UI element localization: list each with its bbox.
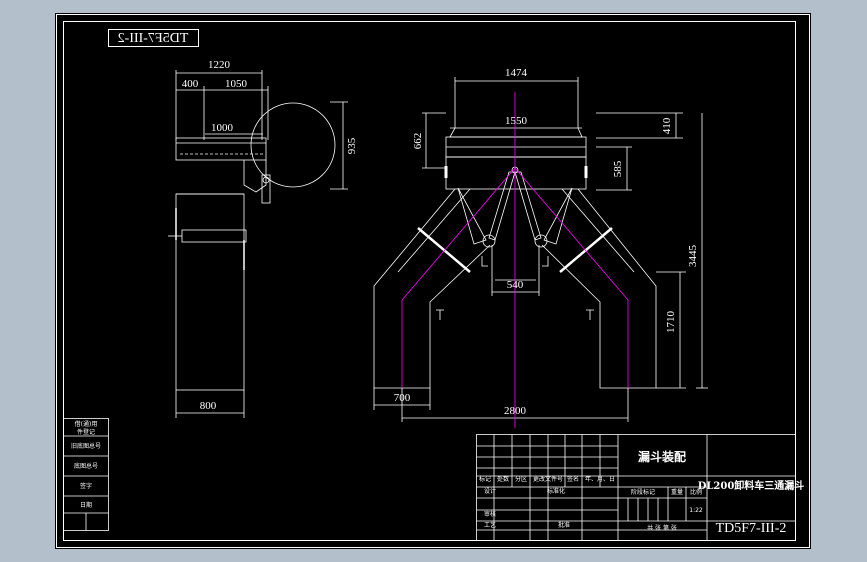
reg-label-4: 底图总号 <box>74 462 98 470</box>
tb-design: 设计 <box>484 487 496 495</box>
tb-stage-header: 阶段标记 <box>631 488 655 496</box>
cad-viewport[interactable]: TD5F7-III-2 1220 400 1050 1000 935 800 1… <box>0 0 867 562</box>
drawing-title: 漏斗装配 <box>638 449 686 464</box>
dim-1550: 1550 <box>505 115 528 127</box>
tb-header-date: 年、月、日 <box>585 475 615 483</box>
tb-sheets: 共 张 第 张 <box>647 524 677 532</box>
dim-410: 410 <box>661 117 673 134</box>
reg-label-6: 日期 <box>80 501 92 509</box>
dim-1710: 1710 <box>665 311 677 334</box>
tb-standardization: 标准化 <box>547 487 565 495</box>
dim-585: 585 <box>612 160 624 177</box>
mirrored-code-text: TD5F7-III-2 <box>118 31 189 46</box>
reg-label-2: 件登记 <box>77 428 95 436</box>
dim-1474: 1474 <box>505 67 528 79</box>
project-name: DL200卸料车三通漏斗 <box>698 479 805 492</box>
dim-935: 935 <box>346 137 358 154</box>
tb-process: 工艺 <box>484 521 496 529</box>
dim-700: 700 <box>394 392 411 404</box>
drawing-code: TD5F7-III-2 <box>716 521 787 536</box>
tb-header-change-doc: 更改文件号 <box>533 475 563 483</box>
tb-header-zone: 分区 <box>515 475 527 483</box>
tb-weight-header: 重量 <box>671 488 683 496</box>
dim-3445: 3445 <box>687 245 699 268</box>
dim-1050: 1050 <box>225 78 248 90</box>
dim-2800: 2800 <box>504 405 527 417</box>
tb-scale-value: 1:22 <box>689 507 703 514</box>
drawing-sheet: TD5F7-III-2 1220 400 1050 1000 935 800 1… <box>55 13 811 549</box>
tb-check: 审核 <box>484 510 496 518</box>
dim-540: 540 <box>507 279 524 291</box>
mirrored-code-box: TD5F7-III-2 <box>108 29 199 47</box>
tb-header-sign: 签名 <box>567 475 579 483</box>
tb-approve: 批准 <box>558 521 570 529</box>
dim-800: 800 <box>200 400 217 412</box>
sheet-background <box>55 13 811 549</box>
reg-label-1: 借(通)用 <box>75 420 98 428</box>
dim-662: 662 <box>412 133 424 150</box>
dim-1000: 1000 <box>211 122 234 134</box>
dim-1220: 1220 <box>208 59 231 71</box>
dim-400: 400 <box>182 78 199 90</box>
tb-header-mark: 标记 <box>479 475 491 483</box>
reg-label-5: 签字 <box>80 482 92 490</box>
tb-header-count: 处数 <box>497 475 509 483</box>
reg-label-3: 旧底图总号 <box>71 442 101 450</box>
